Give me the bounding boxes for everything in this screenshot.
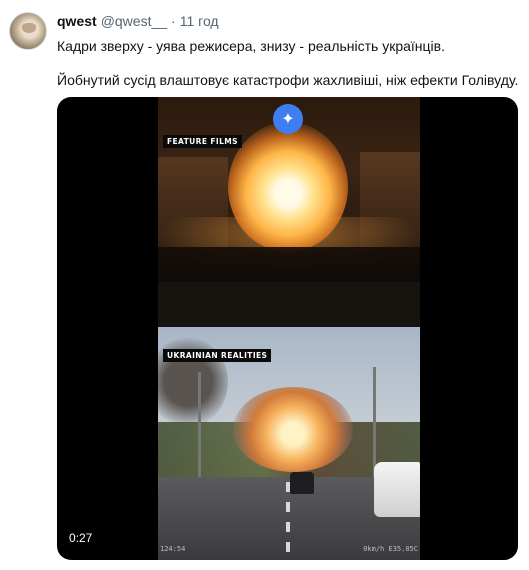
tweet-header: qwest @qwest__ · 11 год	[57, 13, 219, 31]
car-ahead	[290, 472, 314, 494]
video-duration: 0:27	[69, 531, 93, 545]
crowd-silhouette	[158, 247, 420, 282]
separator-dot: ·	[171, 13, 176, 29]
lane-markings	[286, 482, 290, 557]
label-feature-films: FEATURE FILMS	[163, 135, 242, 148]
author-name[interactable]: qwest	[57, 13, 97, 29]
author-handle[interactable]: @qwest__	[101, 13, 167, 29]
video-player[interactable]: FEATURE FILMS UKRAINIAN REALITIES ✦ 124:…	[57, 97, 518, 560]
tweet-text-line-2: Йобнутий сусід влаштовує катастрофи жахл…	[57, 72, 519, 88]
video-frame[interactable]: FEATURE FILMS UKRAINIAN REALITIES ✦ 124:…	[158, 97, 420, 560]
street-pole	[198, 372, 201, 482]
explosion	[233, 387, 353, 472]
dashcam-readout: 0km/h E35.05C	[363, 545, 418, 553]
timestamp[interactable]: 11 год	[180, 13, 219, 29]
dashcam-timestamp: 124:54	[160, 545, 186, 553]
fireball	[228, 122, 348, 252]
avatar[interactable]	[9, 12, 47, 50]
road-dark	[158, 282, 420, 327]
tweet: qwest @qwest__ · 11 год Кадри зверху - у…	[0, 0, 529, 570]
white-suv	[374, 462, 420, 517]
tweet-text-line-1: Кадри зверху - уява режисера, знизу - ре…	[57, 38, 445, 54]
sparkle-icon[interactable]: ✦	[273, 104, 303, 134]
label-ukrainian-realities: UKRAINIAN REALITIES	[163, 349, 272, 362]
